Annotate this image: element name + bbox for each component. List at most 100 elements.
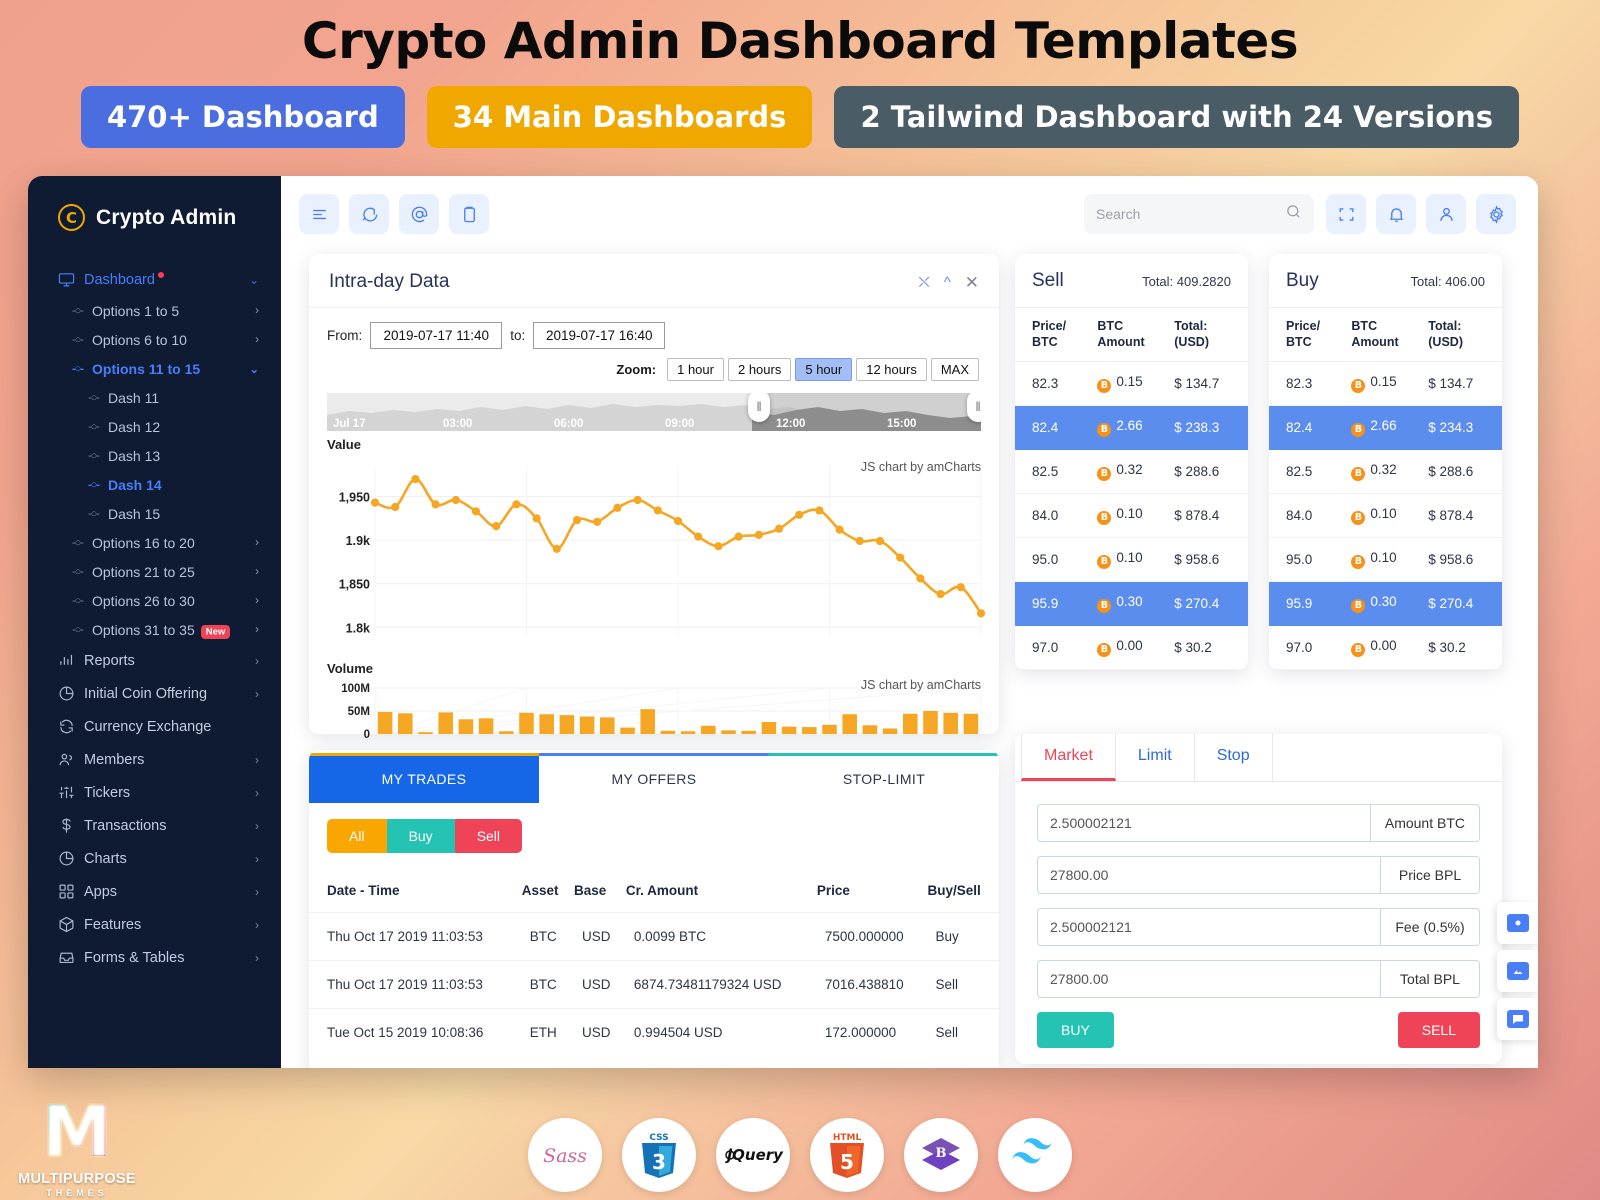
- sidebar-item-apps[interactable]: Apps ›: [28, 875, 281, 908]
- sidebar-item-dash-12[interactable]: -○- Dash 12: [28, 412, 281, 441]
- bitcoin-icon: B: [1097, 467, 1112, 482]
- sell-button[interactable]: SELL: [1397, 1012, 1480, 1048]
- sidebar-item-options-1-5[interactable]: -○- Options 1 to 5 ›: [28, 296, 281, 325]
- gear-icon[interactable]: [1476, 194, 1516, 234]
- sidebar-item-features[interactable]: Features ›: [28, 908, 281, 941]
- tab-my-offers[interactable]: MY OFFERS: [539, 753, 769, 803]
- sidebar-item-dash-15[interactable]: -○- Dash 15: [28, 499, 281, 528]
- total-bpl-input[interactable]: [1037, 960, 1380, 998]
- table-row[interactable]: 95.9 B 0.30 $ 270.4: [1269, 581, 1502, 627]
- sidebar-item-charts[interactable]: Charts ›: [28, 842, 281, 875]
- image-icon[interactable]: [1497, 950, 1538, 992]
- sidebar-item-initial-coin-offering[interactable]: Initial Coin Offering ›: [28, 677, 281, 710]
- tab-market[interactable]: Market: [1021, 734, 1116, 781]
- jquery-logo: jQuery: [716, 1118, 790, 1192]
- tab-stop-limit[interactable]: STOP-LIMIT: [769, 753, 999, 803]
- cell-price: 82.5: [1269, 449, 1352, 495]
- zoom-1-hour-button[interactable]: 1 hour: [667, 358, 724, 381]
- monitor-icon: [58, 271, 84, 288]
- table-row[interactable]: Thu Oct 17 2019 11:03:53 BTC USD 6874.73481…: [309, 960, 999, 1009]
- at-icon[interactable]: [399, 194, 439, 234]
- search-input[interactable]: [1084, 194, 1314, 234]
- table-row[interactable]: 82.5 B 0.32 $ 288.6: [1269, 449, 1502, 495]
- user-icon[interactable]: [1426, 194, 1466, 234]
- sidebar-item-dash-14[interactable]: -○- Dash 14: [28, 470, 281, 499]
- camera-icon[interactable]: [1497, 902, 1538, 944]
- expand-icon[interactable]: ⛌: [919, 275, 930, 290]
- tab-my-trades[interactable]: MY TRADES: [309, 753, 539, 803]
- search-field[interactable]: [1096, 206, 1285, 222]
- sidebar-item-options-16-20[interactable]: -○- Options 16 to 20 ›: [28, 528, 281, 557]
- zoom-2-hours-button[interactable]: 2 hours: [727, 358, 792, 381]
- brand[interactable]: C Crypto Admin: [28, 176, 281, 257]
- menu-icon[interactable]: [299, 194, 339, 234]
- cell-amount: B 0.10: [1351, 493, 1429, 539]
- close-icon[interactable]: ✕: [965, 274, 979, 291]
- filter-all-button[interactable]: All: [327, 819, 387, 853]
- tab-stop[interactable]: Stop: [1195, 734, 1273, 781]
- cell-amount: B 0.32: [1097, 449, 1175, 495]
- table-row[interactable]: Tue Oct 15 2019 10:08:36 ETH USD 0.994504 U…: [309, 1008, 999, 1056]
- svg-text:CSS: CSS: [649, 1133, 668, 1143]
- sidebar-item-dash-13[interactable]: -○- Dash 13: [28, 441, 281, 470]
- table-row[interactable]: 97.0 B 0.00 $ 30.2: [1269, 625, 1502, 671]
- range-grip-left[interactable]: ‖: [748, 393, 770, 422]
- table-row[interactable]: 82.5 B 0.32 $ 288.6: [1015, 449, 1248, 495]
- amount-btc-input[interactable]: [1037, 804, 1370, 842]
- fee-input[interactable]: [1037, 908, 1380, 946]
- brand-name: Crypto Admin: [96, 205, 237, 229]
- table-row[interactable]: 82.4 B 2.66 $ 238.3: [1015, 405, 1248, 451]
- sidebar-item-options-11-15[interactable]: -○- Options 11 to 15 ⌄: [28, 354, 281, 383]
- sidebar-item-currency-exchange[interactable]: Currency Exchange: [28, 710, 281, 743]
- table-row[interactable]: 95.0 B 0.10 $ 958.6: [1015, 537, 1248, 583]
- bitcoin-icon: B: [1351, 467, 1366, 482]
- price-bpl-input[interactable]: [1037, 856, 1380, 894]
- to-date-input[interactable]: 2019-07-17 16:40: [533, 322, 666, 349]
- sidebar-item-options-26-30[interactable]: -○- Options 26 to 30 ›: [28, 586, 281, 615]
- cell-total: $ 30.2: [1174, 625, 1248, 671]
- sidebar-item-dashboard[interactable]: Dashboard ⌄: [28, 263, 281, 296]
- filter-sell-button[interactable]: Sell: [454, 819, 523, 853]
- range-tick-1200: 12:00: [776, 418, 806, 430]
- table-row[interactable]: 84.0 B 0.10 $ 878.4: [1015, 493, 1248, 539]
- clipboard-icon[interactable]: [449, 194, 489, 234]
- zoom-5-hour-button[interactable]: 5 hour: [795, 358, 853, 381]
- fullscreen-icon[interactable]: [1326, 194, 1366, 234]
- cell-date: Thu Oct 17 2019 11:03:53: [309, 960, 522, 1009]
- table-row[interactable]: 95.9 B 0.30 $ 270.4: [1015, 581, 1248, 627]
- collapse-icon[interactable]: ^: [944, 275, 951, 290]
- sidebar-item-members[interactable]: Members ›: [28, 743, 281, 776]
- table-row[interactable]: 82.3 B 0.15 $ 134.7: [1269, 361, 1502, 407]
- sidebar-item-dash-11[interactable]: -○- Dash 11: [28, 383, 281, 412]
- chat-icon[interactable]: [349, 194, 389, 234]
- new-badge: New: [200, 625, 231, 639]
- tab-limit[interactable]: Limit: [1116, 734, 1195, 781]
- sidebar-item-reports[interactable]: Reports ›: [28, 644, 281, 677]
- my-trades-panel: MY TRADES MY OFFERS STOP-LIMIT All Buy S…: [309, 750, 999, 1068]
- cell-asset: BTC: [521, 960, 574, 1009]
- from-date-input[interactable]: 2019-07-17 11:40: [370, 322, 503, 349]
- bell-icon[interactable]: [1376, 194, 1416, 234]
- table-row[interactable]: 82.4 B 2.66 $ 234.3: [1269, 405, 1502, 451]
- table-row[interactable]: 84.0 B 0.10 $ 878.4: [1269, 493, 1502, 539]
- table-row[interactable]: 95.0 B 0.10 $ 958.6: [1269, 537, 1502, 583]
- chevron-right-icon: ›: [255, 884, 259, 899]
- chart-range-selector[interactable]: Jul 17 03:00 06:00 09:00 12:00 15:00 ‖ ‖: [327, 393, 981, 431]
- sidebar-item-options-31-35[interactable]: -○- Options 31 to 35 New ›: [28, 615, 281, 644]
- zoom-12-hours-button[interactable]: 12 hours: [856, 358, 927, 381]
- table-row[interactable]: Thu Oct 17 2019 11:03:53 BTC USD 0.0099 BTC…: [309, 912, 999, 961]
- svg-text:5: 5: [840, 1150, 854, 1174]
- search-icon[interactable]: [1285, 203, 1302, 225]
- sidebar-item-tickers[interactable]: Tickers ›: [28, 776, 281, 809]
- sidebar-item-options-6-10[interactable]: -○- Options 6 to 10 ›: [28, 325, 281, 354]
- buy-button[interactable]: BUY: [1037, 1012, 1114, 1048]
- table-row[interactable]: 97.0 B 0.00 $ 30.2: [1015, 625, 1248, 671]
- filter-buy-button[interactable]: Buy: [386, 819, 455, 853]
- sidebar-item-options-21-25[interactable]: -○- Options 21 to 25 ›: [28, 557, 281, 586]
- table-row[interactable]: 82.3 B 0.15 $ 134.7: [1015, 361, 1248, 407]
- range-grip-right[interactable]: ‖: [967, 393, 981, 422]
- sidebar-item-forms-tables[interactable]: Forms & Tables ›: [28, 941, 281, 974]
- zoom-max-button[interactable]: MAX: [930, 358, 979, 381]
- sidebar-item-transactions[interactable]: Transactions ›: [28, 809, 281, 842]
- comment-icon[interactable]: [1497, 998, 1538, 1040]
